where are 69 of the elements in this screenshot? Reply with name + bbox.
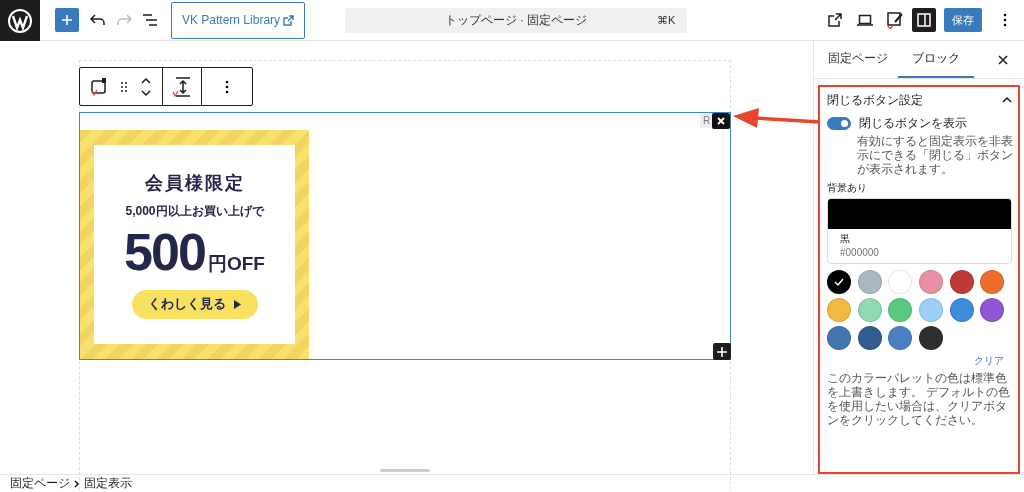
document-bar[interactable]: トップページ · 固定ページ ⌘K [345,7,688,33]
color-swatch[interactable] [827,326,851,350]
color-name: 黒 [840,232,851,246]
external-link-icon [828,13,842,27]
color-swatch[interactable] [827,270,851,294]
color-swatch[interactable] [857,326,882,350]
drag-icon [120,80,128,93]
plus-icon [61,14,73,26]
external-link-icon [283,14,295,26]
pencil-square-icon [886,11,904,29]
sidebar-tab[interactable]: 固定ページ [818,41,898,78]
banner-condition: 5,000円以上お買い上げで [125,202,264,220]
color-swatch[interactable] [919,298,944,322]
check-icon [834,278,844,286]
color-swatch[interactable] [857,270,882,294]
selected-block[interactable]: 会員様限定 5,000円以上お買い上げで 500 円OFF くわしく見る R [79,112,731,360]
laptop-icon [857,14,873,26]
add-button[interactable] [713,343,731,360]
spacing-icon [171,75,193,98]
color-swatch[interactable] [827,298,851,322]
banner-title: 会員様限定 [144,171,245,195]
list-view-icon [142,14,158,26]
panel-header[interactable]: 閉じるボタン設定 [827,88,1012,112]
logo-icon[interactable] [0,0,40,41]
block-icon [89,76,109,97]
close-icon [717,117,725,125]
more-icon [225,79,229,94]
color-label: 背景あり [827,181,868,195]
redo-icon [116,14,132,26]
color-swatch[interactable] [949,298,974,322]
add-block-button[interactable] [55,8,79,32]
color-swatch[interactable] [919,326,944,350]
palette-note: このカラーパレットの色は標準色を上書きします。 デフォルトの色を使用したい場合は、クリアボタンをクリックしてください。 [827,371,1012,427]
chevron-icon [74,479,80,488]
undo-icon [90,14,106,26]
breadcrumb-item[interactable]: 固定表示 [84,476,132,491]
color-swatch[interactable] [888,270,913,294]
color-swatch[interactable] [949,270,974,294]
details-button[interactable]: くわしく見る [131,289,258,319]
color-swatch[interactable] [857,298,882,322]
color-swatch[interactable] [980,298,1005,322]
more-icon [1003,13,1007,27]
chevron-icon [1002,97,1012,103]
close-icon [998,54,1008,65]
color-swatch[interactable] [888,298,913,322]
discount-amount: 500 [124,221,205,282]
color-preview-card[interactable]: 黒 #000000 [827,198,1012,264]
close-button[interactable] [712,113,730,129]
save-button[interactable]: 保存 [944,8,982,32]
chevrons-icon [140,75,152,98]
shortcut-label: ⌘K [657,13,677,27]
sidebar-tab[interactable]: ブロック [898,41,974,78]
play-icon [234,299,241,309]
toggle-switch[interactable] [827,117,851,130]
color-swatch[interactable] [919,270,944,294]
discount-unit: 円OFF [207,251,265,276]
color-swatch[interactable] [888,326,913,350]
document-title: トップページ · 固定ページ [443,11,589,29]
clear-button[interactable]: クリア [974,354,1004,368]
resize-handle[interactable] [380,469,430,472]
pattern-library-button[interactable]: VK Pattern Library [171,1,306,39]
color-hex: #000000 [840,246,880,260]
settings-sidebar-button[interactable] [912,8,936,32]
toggle-label: 閉じるボタンを表示 [859,115,967,132]
color-swatch[interactable] [980,270,1005,294]
sidebar-icon [917,13,931,27]
plus-icon [717,346,727,357]
help-text: 有効にすると固定表示を非表示にできる「閉じる」ボタンが表示されます。 [857,134,1014,176]
breadcrumb-item[interactable]: 固定ページ [10,476,70,491]
